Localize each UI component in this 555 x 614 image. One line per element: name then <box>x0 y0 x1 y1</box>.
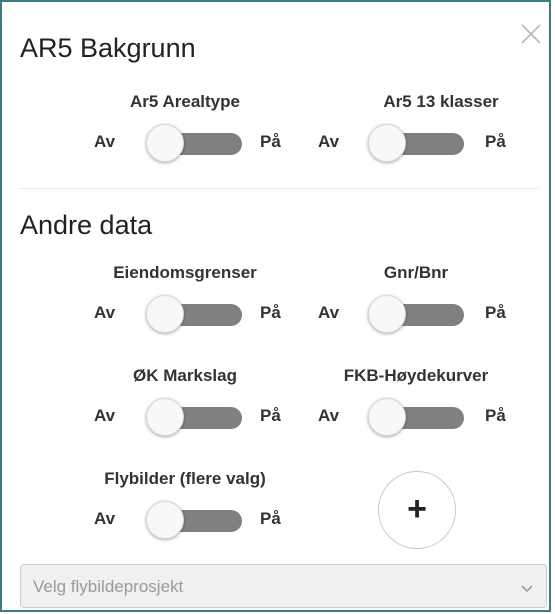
chevron-down-icon <box>520 581 534 599</box>
flybilde-project-select[interactable]: Velg flybildeprosjekt <box>20 564 547 608</box>
toggle-label: Ar5 Arealtype <box>130 92 240 111</box>
toggle-on-label: På <box>485 132 506 151</box>
toggle-on-label: På <box>260 303 281 322</box>
toggle-off-label: Av <box>94 509 116 528</box>
toggle-switch-eiendomsgrenser[interactable] <box>146 295 244 333</box>
toggle-off-label: Av <box>318 406 340 425</box>
toggle-knob <box>146 124 184 162</box>
toggle-knob <box>368 124 406 162</box>
toggle-off-label: Av <box>94 406 116 425</box>
toggle-knob <box>146 501 184 539</box>
toggle-label: ØK Markslag <box>133 366 237 385</box>
toggle-on-label: På <box>260 406 281 425</box>
toggle-knob <box>146 398 184 436</box>
toggle-switch-ar5-arealtype[interactable] <box>146 124 244 162</box>
plus-icon: + <box>407 490 427 528</box>
section-title-andre-data: Andre data <box>20 210 153 240</box>
toggle-label: Flybilder (flere valg) <box>104 469 266 488</box>
toggle-label: Ar5 13 klasser <box>383 92 499 111</box>
toggle-off-label: Av <box>94 132 116 151</box>
toggle-switch-flybilder[interactable] <box>146 501 244 539</box>
section-divider <box>20 188 539 189</box>
layer-panel: AR5 Bakgrunn Ar5 Arealtype Av På Ar5 13 … <box>0 0 551 612</box>
toggle-off-label: Av <box>318 303 340 322</box>
add-button[interactable]: + <box>378 471 456 549</box>
toggle-switch-ar5-13-klasser[interactable] <box>368 124 466 162</box>
select-placeholder: Velg flybildeprosjekt <box>33 577 184 596</box>
toggle-label: Gnr/Bnr <box>383 263 449 282</box>
toggle-on-label: På <box>260 509 281 528</box>
toggle-label: Eiendomsgrenser <box>113 263 257 282</box>
toggle-off-label: Av <box>318 132 340 151</box>
toggle-label: FKB-Høydekurver <box>343 366 489 385</box>
toggle-knob <box>368 295 406 333</box>
toggle-switch-fkb-hoydekurver[interactable] <box>368 398 466 436</box>
close-icon[interactable] <box>519 22 543 46</box>
toggle-on-label: På <box>485 406 506 425</box>
toggle-off-label: Av <box>94 303 116 322</box>
toggle-switch-ok-markslag[interactable] <box>146 398 244 436</box>
toggle-switch-gnr-bnr[interactable] <box>368 295 466 333</box>
toggle-on-label: På <box>260 132 281 151</box>
section-title-ar5: AR5 Bakgrunn <box>20 33 196 63</box>
toggle-on-label: På <box>485 303 506 322</box>
toggle-knob <box>146 295 184 333</box>
toggle-knob <box>368 398 406 436</box>
